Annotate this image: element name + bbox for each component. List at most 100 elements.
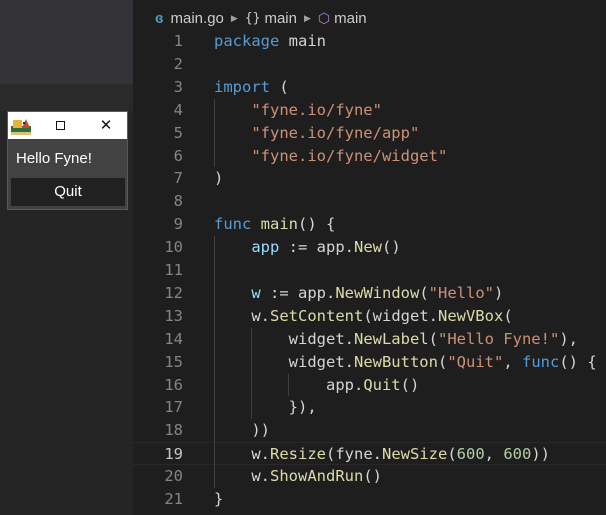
code-token: "Quit" [447,352,504,371]
code-line[interactable]: 14 widget.NewLabel("Hello Fyne!"), [133,328,606,351]
cube-icon: ⬡ [317,9,331,26]
code-text: )) [214,419,270,442]
code-token: ShowAndRun [270,467,364,486]
code-line[interactable]: 3 import ( [133,76,606,99]
code-token: )) [214,421,270,440]
line-number: 9 [173,215,183,234]
code-token: func [522,352,560,371]
code-line[interactable]: 19 w.Resize(fyne.NewSize(600, 600)) [133,442,606,466]
code-editor[interactable]: 1 package main 2 3 import (4 "fyne.io/fyne" 5… [133,30,606,515]
code-text: import ( [214,76,289,99]
maximize-icon[interactable] [56,121,65,130]
code-text: }), [214,396,317,419]
code-token: ( [447,445,457,464]
breadcrumb-package[interactable]: main [264,10,297,27]
code-token: , [484,445,504,464]
close-icon[interactable]: ✕ [98,116,114,134]
code-token: () [381,238,401,257]
code-line[interactable]: 1 package main [133,30,606,53]
code-token: ) [214,169,224,188]
code-line[interactable]: 21} [133,488,606,511]
breadcrumb: ɞ main.go ▶ {} main ▶ ⬡ main [155,8,367,28]
code-token: package [214,32,280,50]
line-number: 18 [164,421,183,440]
line-number: 10 [164,238,183,257]
line-number: 1 [173,32,183,50]
line-number: 6 [173,146,183,165]
code-token: () { [559,352,597,371]
code-token: ( [437,352,448,371]
line-number: 21 [164,490,183,508]
code-token: (fyne. [326,445,382,464]
code-line[interactable]: 8 [133,190,606,213]
code-token: Resize [270,445,326,464]
code-line[interactable]: 12 w := app.NewWindow("Hello") [133,282,606,305]
code-text: app.Quit() [214,374,419,397]
code-token: app [251,238,280,257]
line-number: 3 [173,77,183,96]
code-text: ) [214,167,223,190]
code-token: }), [214,398,317,417]
code-token: w. [214,445,270,464]
code-line[interactable]: 7) [133,167,606,190]
code-text: "fyne.io/fyne/app" [214,122,419,145]
code-line[interactable]: 15 widget.NewButton("Quit", func() { [133,351,606,374]
go-file-icon: ɞ [155,9,164,27]
code-token: ( [503,306,513,325]
code-token: SetContent [270,306,364,325]
indent-guide [288,373,290,397]
code-line[interactable]: 20 w.ShowAndRun() [133,465,606,488]
code-line[interactable]: 9 func main() { [133,213,606,236]
quit-button[interactable]: Quit [11,178,125,206]
code-token: "fyne.io/fyne/app" [251,123,420,142]
code-line[interactable]: 5 "fyne.io/fyne/app" [133,122,606,145]
code-token: NewButton [353,352,438,371]
code-line[interactable]: 17 }), [133,396,606,419]
code-token: widget. [214,352,354,371]
code-text: package main [214,30,326,53]
window-titlebar[interactable]: ✕ [8,112,127,139]
code-text: w.ShowAndRun() [214,465,382,488]
code-token: w. [214,306,270,325]
line-number: 17 [164,398,183,417]
code-token: NewSize [382,445,448,464]
code-line[interactable]: 6 "fyne.io/fyne/widget" [133,145,606,168]
code-token: NewWindow [335,283,420,302]
code-token: "Hello" [428,283,494,302]
code-token: (widget. [363,306,438,325]
code-token: ( [419,283,429,302]
code-line[interactable]: 11 [133,259,606,282]
indent-guide [251,327,253,420]
code-line[interactable]: 2 [133,53,606,76]
code-line[interactable]: 16 app.Quit() [133,374,606,397]
code-text: func main() { [214,213,335,236]
code-token: NewLabel [353,329,429,348]
code-text: "fyne.io/fyne" [214,99,382,122]
sidebar-header [0,0,133,84]
code-token: New [353,238,382,257]
code-token: } [214,490,224,508]
line-number: 16 [164,375,183,394]
code-token: := app. [260,283,336,302]
code-text: "fyne.io/fyne/widget" [214,145,447,168]
code-token: () { [298,215,336,234]
breadcrumb-file[interactable]: main.go [171,10,224,27]
fyne-app-window: ✕ Hello Fyne! Quit [7,111,128,210]
hello-label: Hello Fyne! [16,150,92,167]
indent-guide [214,98,215,168]
code-text: widget.NewLabel("Hello Fyne!"), [214,328,578,351]
code-line[interactable]: 4 "fyne.io/fyne" [133,99,606,122]
code-line[interactable]: 13 w.SetContent(widget.NewVBox( [133,305,606,328]
code-line[interactable]: 10 app := app.New() [133,236,606,259]
code-token: "fyne.io/fyne" [251,100,382,119]
code-token: main [279,32,326,50]
code-token: Quit [363,375,401,394]
code-token: 600 [503,445,532,464]
breadcrumb-function[interactable]: main [334,10,367,27]
code-line[interactable]: 18 )) [133,419,606,442]
code-token: "fyne.io/fyne/widget" [251,146,448,165]
fyne-logo-icon [11,119,31,135]
